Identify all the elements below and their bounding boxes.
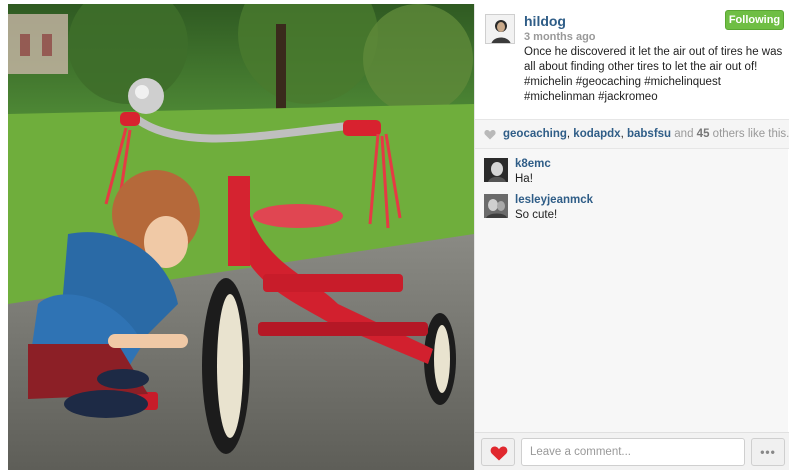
post-username-link[interactable]: hildog (524, 13, 566, 29)
likes-count[interactable]: 45 (697, 128, 710, 140)
more-options-button[interactable]: ••• (751, 438, 785, 466)
likes-and-text: and (674, 128, 694, 140)
comment-composer: ••• (475, 432, 789, 470)
post-details-panel: hildog 3 months ago Following Once he di… (474, 4, 789, 470)
comment-username-link[interactable]: lesleyjeanmck (515, 194, 593, 206)
liker-link[interactable]: geocaching (503, 128, 567, 140)
post-photo[interactable] (8, 4, 474, 470)
comment-item: k8emc Ha! (475, 158, 789, 188)
more-options-icon: ••• (760, 445, 776, 459)
comment-item: lesleyjeanmck So cute! (475, 194, 789, 224)
commenter-avatar[interactable] (484, 194, 508, 218)
post-timestamp[interactable]: 3 months ago (524, 31, 596, 43)
liker-link[interactable]: babsfsu (627, 128, 671, 140)
comment-input[interactable] (521, 438, 745, 466)
post-caption: Once he discovered it let the air out of… (524, 46, 783, 103)
tricycle-photo-illustration (8, 4, 474, 470)
avatar-portrait-icon (484, 158, 508, 182)
comment-username-link[interactable]: k8emc (515, 158, 551, 170)
avatar-portrait-icon (486, 15, 514, 43)
comment-text: Ha! (515, 173, 533, 185)
likes-text: geocaching, kodapdx, babsfsu and 45 othe… (503, 128, 790, 140)
post-header: hildog 3 months ago Following Once he di… (475, 4, 789, 120)
heart-icon (490, 446, 508, 461)
likes-row: geocaching, kodapdx, babsfsu and 45 othe… (475, 120, 789, 149)
user-avatar[interactable] (485, 14, 515, 44)
avatar-portrait-icon (484, 194, 508, 218)
commenter-avatar[interactable] (484, 158, 508, 182)
likes-suffix: others like this. (712, 128, 790, 140)
liker-link[interactable]: kodapdx (573, 128, 620, 140)
heart-icon (484, 130, 496, 140)
instagram-post-frame: hildog 3 months ago Following Once he di… (0, 0, 796, 473)
like-button[interactable] (481, 438, 515, 466)
comment-text: So cute! (515, 209, 558, 221)
following-button[interactable]: Following (725, 10, 784, 30)
